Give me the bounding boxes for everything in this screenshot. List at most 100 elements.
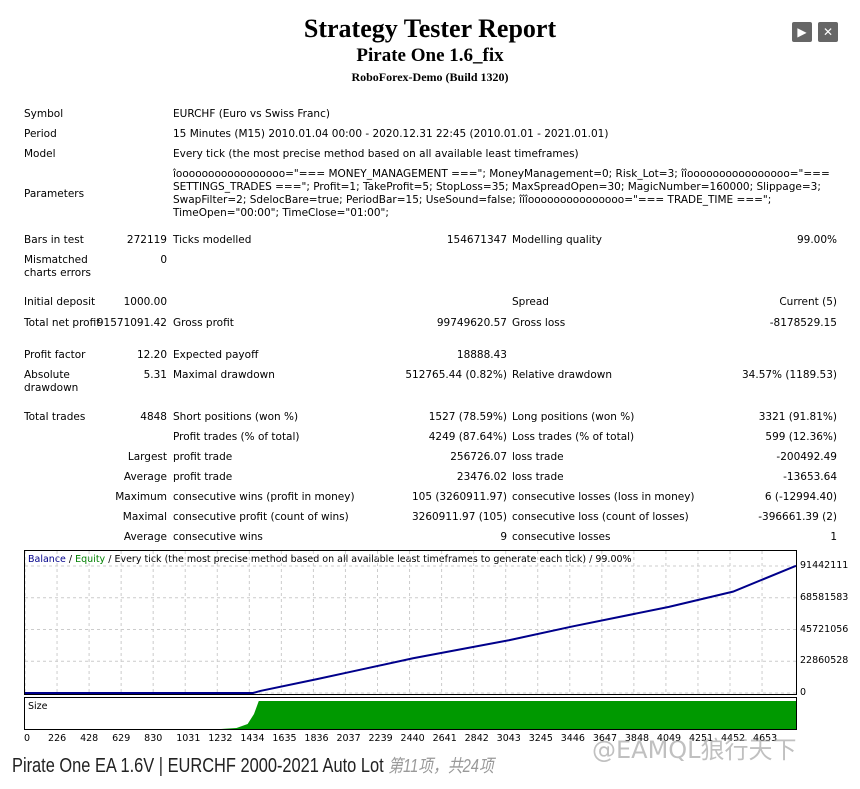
stat-l1: Bars in test [24,234,84,246]
stat-l2: consecutive wins [173,531,263,543]
size-plot [220,701,796,729]
stat-v3: 1 [830,531,837,543]
y-tick-label: 0 [800,687,807,698]
stat-l3: Relative drawdown [512,369,613,381]
stat-v2: 9 [500,531,507,543]
stat-l2: Short positions (won %) [173,411,299,423]
stat-l3: loss trade [512,451,564,463]
model-label: Model [24,148,56,160]
stat-l3: consecutive loss (count of losses) [512,511,689,523]
stat-v2: 256726.07 [450,451,507,463]
stat-l2: consecutive wins (profit in money) [173,491,355,503]
stat-l3: loss trade [512,471,564,483]
stat-v2: 512765.44 (0.82%) [405,369,507,381]
stat-v1: 0 [160,254,167,266]
stat-v2: 4249 (87.64%) [428,431,507,443]
server-build: RoboForex-Demo (Build 1320) [351,70,509,84]
x-tick-label: 226 [48,733,67,744]
stat-v2: 23476.02 [456,471,507,483]
x-tick-label: 0 [24,733,31,744]
x-tick-label: 3043 [496,733,521,744]
stat-v1: 1000.00 [123,296,167,308]
stat-l2: profit trade [173,451,233,463]
stat-v2: 154671347 [446,234,507,246]
x-tick-label: 1031 [176,733,201,744]
stat-v2: 3260911.97 (105) [411,511,507,523]
x-tick-label: 629 [112,733,131,744]
stat-l2: profit trade [173,471,233,483]
stat-l2: Gross profit [173,317,234,329]
stat-v1: Average [123,531,167,543]
stat-l2: Profit trades (% of total) [173,431,300,443]
stat-v3: -396661.39 (2) [758,511,837,523]
stat-v1: Largest [127,451,167,463]
stat-v2: 105 (3260911.97) [411,491,507,503]
x-tick-label: 428 [80,733,99,744]
stat-v3: 34.57% (1189.53) [742,369,837,381]
size-area [220,701,796,729]
stat-l2: consecutive profit (count of wins) [173,511,349,523]
stat-l3: consecutive losses [512,531,611,543]
parameters-label: Parameters [24,188,85,200]
stat-l2: Maximal drawdown [173,369,275,381]
stat-l3: consecutive losses (loss in money) [512,491,695,503]
stat-l2: Ticks modelled [173,234,252,246]
x-tick-label: 2239 [368,733,393,744]
stat-l3: Loss trades (% of total) [512,431,635,443]
stat-v1: Average [123,471,167,483]
model-value: Every tick (the most precise method base… [173,148,579,160]
watermark: @EAMQL狼行天下 [592,736,797,764]
x-tick-label: 1836 [304,733,329,744]
play-button[interactable]: ▶ [792,22,812,42]
report-title: Strategy Tester Report [303,14,557,43]
size-chart: Size [24,697,797,730]
stat-l2: Expected payoff [173,349,259,361]
stat-v1: Maximum [115,491,167,503]
caption-page: 第11项，共24项 [388,756,494,776]
stat-v2: 99749620.57 [436,317,507,329]
period-label: Period [24,128,57,140]
symbol-label: Symbol [24,108,64,120]
y-tick-label: 68581583 [800,591,849,603]
y-tick-label: 91442111 [800,560,849,571]
stat-v3: 599 (12.36%) [765,431,837,443]
stat-l1: Absolute drawdown [24,369,79,394]
symbol-value: EURCHF (Euro vs Swiss Franc) [173,108,330,120]
stat-v1: 12.20 [136,349,167,361]
x-tick-label: 3446 [560,733,585,744]
x-tick-label: 1434 [240,733,265,744]
x-tick-label: 2440 [400,733,425,744]
balance-chart: Balance / Equity / Every tick (the most … [24,550,797,695]
stat-v3: -13653.64 [783,471,837,483]
x-tick-label: 1232 [208,733,233,744]
close-icon: ✕ [822,25,834,39]
caption-text: Pirate One EA 1.6V | EURCHF 2000-2021 Au… [12,755,384,777]
stat-l1: Initial deposit [24,296,96,308]
stat-v3: -8178529.15 [769,317,837,329]
stat-v1: 4848 [140,411,167,423]
stat-v1: 5.31 [143,369,167,381]
x-tick-label: 830 [144,733,163,744]
y-tick-label: 22860528 [800,655,849,667]
x-tick-label: 2037 [336,733,361,744]
stat-l3: Gross loss [512,317,566,329]
stat-v3: -200492.49 [776,451,837,463]
x-tick-label: 2641 [432,733,457,744]
close-button[interactable]: ✕ [818,22,838,42]
stat-v1: 272119 [126,234,167,246]
x-tick-label: 3245 [528,733,553,744]
x-tick-label: 1635 [272,733,297,744]
y-tick-label: 45721056 [800,623,849,635]
stat-l1: Mismatched charts errors [24,254,91,279]
stat-l1: Total trades [24,411,86,423]
expert-name: Pirate One 1.6_fix [356,45,504,66]
play-icon: ▶ [797,25,807,39]
x-tick-label: 2842 [464,733,489,744]
stat-v1: Maximal [122,511,167,523]
stat-v3: 6 (-12994.40) [764,491,837,503]
stat-l3: Spread [512,296,549,308]
parameters-value: îooooooooooooooooo="=== MONEY_MANAGEMENT… [173,168,830,219]
stat-v3: 99.00% [796,234,837,246]
stat-l1: Profit factor [24,349,86,361]
stat-l3: Long positions (won %) [512,411,635,423]
